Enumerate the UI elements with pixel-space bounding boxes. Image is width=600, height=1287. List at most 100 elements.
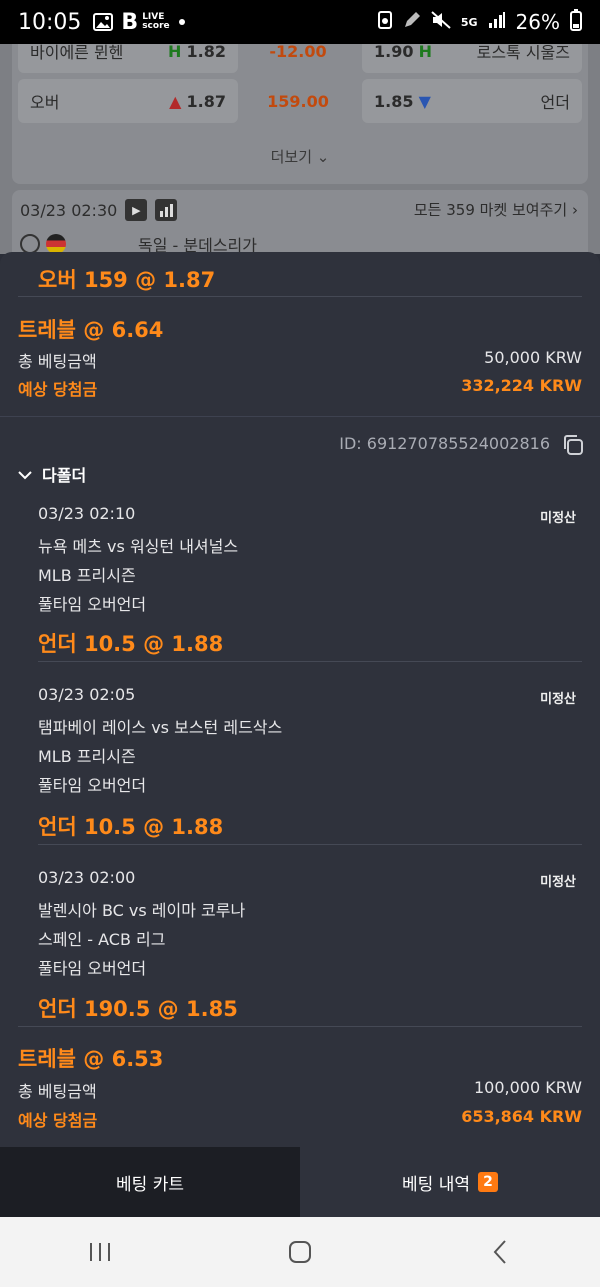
pick2-selection: 언더 10.5 @ 1.88 (38, 815, 224, 839)
odds-value: 1.87 (186, 91, 226, 111)
app-logo-text-line2: score (142, 21, 170, 31)
odds-away-handicap[interactable]: 1.90 H 로스톡 시울즈 (362, 44, 582, 73)
bet1-win-value: 332,224 KRW (461, 376, 582, 395)
livescore-app-icon: B LIVE score (121, 10, 169, 35)
pen-icon (403, 10, 421, 34)
history-count-badge: 2 (477, 1172, 498, 1192)
pick1-time: 03/23 02:10 (38, 504, 136, 523)
all-markets-link[interactable]: 모든 359 마켓 보여주기 › (414, 199, 578, 220)
match-header: 03/23 02:30 ▶ (20, 199, 178, 221)
back-button[interactable] (470, 1232, 530, 1272)
bet2-type: 트레블 @ 6.53 (18, 1047, 164, 1071)
divider (38, 844, 582, 845)
pick3-league: 스페인 - ACB 리그 (38, 930, 166, 949)
copy-icon[interactable] (562, 434, 584, 460)
arrow-up-icon: ▲ (169, 91, 182, 111)
bet2-win-value: 653,864 KRW (461, 1107, 582, 1126)
pick2-market: 풀타임 오버언더 (38, 776, 147, 795)
recent-apps-icon (90, 1243, 110, 1261)
status-right: 5G 26% (377, 8, 582, 36)
stats-icon[interactable] (155, 199, 178, 221)
chevron-down-icon (18, 465, 32, 484)
handicap-mark: H (168, 44, 182, 61)
signal-icon (488, 10, 506, 34)
back-icon (493, 1240, 506, 1264)
tab-bet-cart-label: 베팅 카트 (116, 1174, 184, 1195)
odds-value: 1.82 (186, 44, 226, 61)
pick1-market: 풀타임 오버언더 (38, 595, 147, 614)
gallery-icon (93, 13, 114, 31)
league-name: 독일 - 분데스리가 (138, 236, 257, 254)
top-selection: 오버 159 @ 1.87 (38, 268, 216, 292)
arrow-down-icon: ▼ (418, 91, 431, 111)
match-time: 03/23 02:30 (20, 200, 118, 220)
bet1-win-label: 예상 당첨금 (18, 380, 98, 399)
pick3-status: 미정산 (540, 875, 576, 890)
status-bar: 10:05 B LIVE score 5G 26% (0, 0, 600, 44)
system-nav-bar (0, 1217, 600, 1287)
team-away: 로스톡 시울즈 (476, 44, 570, 62)
odds-over[interactable]: 오버 ▲ 1.87 (18, 79, 238, 123)
divider (38, 661, 582, 662)
notification-dot-icon (178, 18, 186, 26)
odds-value: 1.90 (374, 44, 414, 61)
pick1-selection: 언더 10.5 @ 1.88 (38, 632, 224, 656)
network-type: 5G (460, 15, 478, 29)
more-label: 더보기 (270, 148, 313, 166)
chevron-right-icon: › (572, 201, 578, 219)
bet1-stake-label: 총 베팅금액 (18, 352, 97, 371)
home-button[interactable] (270, 1232, 330, 1272)
odds-row-handicap: 바이에른 뮌헨 H 1.82 -12.00 1.90 H 로스톡 시울즈 (18, 44, 582, 74)
pick1-match: 뉴욕 메츠 vs 워싱턴 내셔널스 (38, 537, 239, 556)
tab-bet-cart[interactable]: 베팅 카트 (0, 1147, 300, 1217)
section-label: 다폴더 (42, 466, 87, 485)
bet-history-sheet: 오버 159 @ 1.87 트레블 @ 6.64 총 베팅금액 50,000 K… (0, 252, 600, 1148)
pick2-match: 탬파베이 레이스 vs 보스턴 레드삭스 (38, 718, 283, 737)
bet2-win-label: 예상 당첨금 (18, 1111, 98, 1130)
play-icon[interactable]: ▶ (125, 199, 148, 221)
total-line: 159.00 (267, 91, 329, 111)
status-time: 10:05 (18, 9, 82, 35)
team-home: 바이에른 뮌헨 (30, 44, 124, 62)
recent-apps-button[interactable] (70, 1232, 130, 1272)
league-row: 독일 - 분데스리가 (20, 232, 257, 254)
pick1-league: MLB 프리시즌 (38, 566, 136, 585)
home-icon (289, 1241, 311, 1263)
bet-id: ID: 691270785524002816 (339, 434, 550, 453)
chevron-down-icon: ⌄ (316, 148, 330, 166)
odds-value: 1.85 (374, 91, 414, 111)
under-label: 언더 (540, 93, 570, 112)
tab-bet-history[interactable]: 베팅 내역 2 (300, 1147, 600, 1217)
battery-percent: 26% (515, 10, 560, 34)
all-markets-label: 모든 359 마켓 보여주기 (413, 201, 568, 219)
pick3-market: 풀타임 오버언더 (38, 959, 147, 978)
app-logo-text: LIVE score (142, 13, 169, 31)
pick2-status: 미정산 (540, 692, 576, 707)
basketball-icon (20, 234, 40, 254)
over-label: 오버 (30, 93, 60, 112)
odds-row-total: 오버 ▲ 1.87 159.00 1.85 ▼ 언더 (18, 78, 582, 124)
divider (18, 296, 582, 297)
battery-icon (570, 8, 582, 36)
bet1-stake-value: 50,000 KRW (484, 348, 582, 367)
bet2-stake-value: 100,000 KRW (473, 1078, 582, 1097)
tab-bet-history-label: 베팅 내역 (402, 1174, 470, 1195)
multi-section-toggle[interactable]: 다폴더 (18, 462, 86, 486)
background-page: 바이에른 뮌헨 H 1.82 -12.00 1.90 H 로스톡 시울즈 오버 … (0, 44, 600, 254)
pick2-league: MLB 프리시즌 (38, 747, 136, 766)
handicap-mark: H (418, 44, 432, 61)
handicap-line: -12.00 (269, 44, 327, 61)
more-button[interactable]: 더보기 ⌄ (0, 146, 600, 167)
germany-flag-icon (46, 234, 66, 254)
pick1-status: 미정산 (540, 511, 576, 526)
recycle-icon (377, 10, 393, 35)
app-logo-letter: B (121, 9, 139, 35)
divider (18, 1026, 582, 1027)
bet2-stake-label: 총 베팅금액 (18, 1082, 97, 1101)
odds-home-handicap[interactable]: 바이에른 뮌헨 H 1.82 (18, 44, 238, 73)
pick3-time: 03/23 02:00 (38, 868, 136, 887)
pick3-match: 발렌시아 BC vs 레이마 코루나 (38, 901, 246, 920)
divider (0, 416, 600, 417)
odds-under[interactable]: 1.85 ▼ 언더 (362, 79, 582, 123)
mute-icon (431, 10, 451, 34)
